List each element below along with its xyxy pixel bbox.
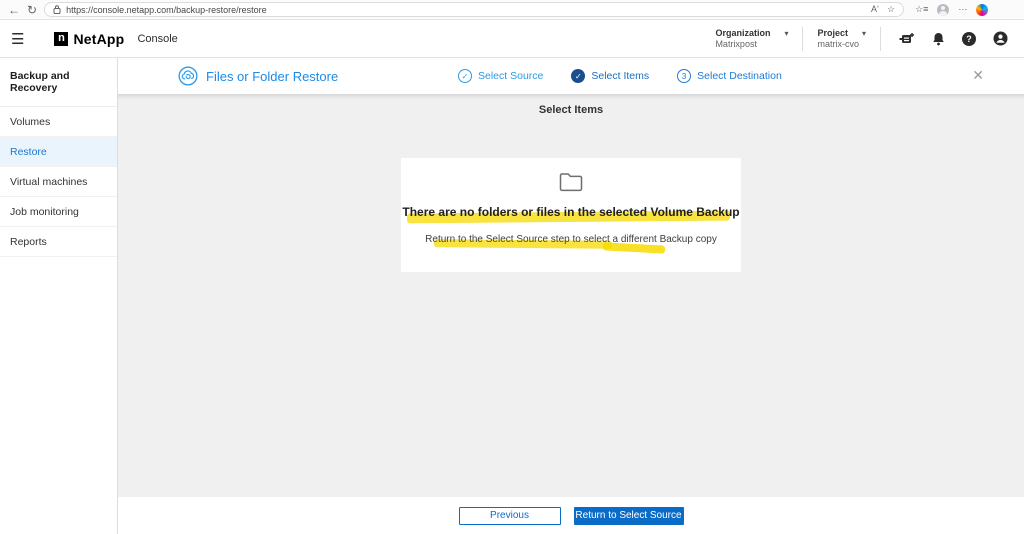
sidebar-item-restore[interactable]: Restore [0, 137, 117, 167]
wizard-title: Files or Folder Restore [178, 66, 338, 86]
sidebar: Backup and Recovery Volumes Restore Virt… [0, 58, 118, 534]
restore-cloud-icon [178, 66, 198, 86]
read-aloud-icon[interactable]: Aʻ [871, 5, 879, 14]
step-select-destination[interactable]: 3 Select Destination [677, 69, 782, 83]
netapp-logo: n NetApp [54, 31, 124, 47]
sidebar-item-reports[interactable]: Reports [0, 227, 117, 257]
help-icon[interactable]: ? [961, 31, 977, 47]
site-info-icon[interactable] [53, 5, 61, 14]
connector-icon[interactable] [899, 31, 915, 47]
work-area: Select Items There are no folders or fil… [118, 94, 1024, 497]
sidebar-item-job-monitoring[interactable]: Job monitoring [0, 197, 117, 227]
return-to-select-source-button[interactable]: Return to Select Source [573, 506, 684, 525]
project-label: Project [817, 28, 848, 38]
chevron-down-icon: ▾ [861, 28, 866, 38]
notifications-bell-icon[interactable] [930, 31, 946, 47]
sidebar-item-volumes[interactable]: Volumes [0, 107, 117, 137]
step-select-source[interactable]: ✓ Select Source [458, 69, 543, 83]
sidebar-title: Backup and Recovery [0, 58, 117, 107]
product-name: Console [137, 32, 178, 45]
wizard-footer: Previous Return to Select Source [118, 497, 1024, 534]
step-select-items[interactable]: ✓ Select Items [571, 69, 649, 83]
browser-profile-icon[interactable] [937, 3, 950, 16]
sidebar-item-virtual-machines[interactable]: Virtual machines [0, 167, 117, 197]
empty-state-subtitle-wrap: Return to the Select Source step to sele… [425, 219, 717, 254]
step-number-badge: 3 [677, 69, 692, 83]
page-title: Select Items [538, 104, 604, 116]
previous-button[interactable]: Previous [458, 506, 561, 525]
wizard-steps: ✓ Select Source ✓ Select Items 3 Select … [458, 69, 782, 83]
address-bar[interactable]: https://console.netapp.com/backup-restor… [44, 2, 905, 17]
empty-state-card: There are no folders or files in the sel… [401, 158, 741, 272]
browser-toolbar: ← ↻ https://console.netapp.com/backup-re… [0, 0, 1024, 20]
organization-label: Organization [715, 28, 771, 38]
favorites-bar-icon[interactable]: ☆≡ [915, 5, 928, 14]
netapp-mark-icon: n [54, 31, 69, 46]
close-wizard-icon[interactable]: ✕ [972, 68, 984, 82]
empty-state-title: There are no folders or files in the sel… [402, 205, 740, 219]
project-selector[interactable]: Project ▾ matrix-cvo [803, 28, 880, 49]
copilot-icon[interactable] [976, 3, 989, 16]
organization-value: Matrixpost [715, 39, 757, 49]
user-profile-icon[interactable] [992, 31, 1008, 47]
wizard-header: Files or Folder Restore ✓ Select Source … [118, 58, 1024, 94]
url-text[interactable]: https://console.netapp.com/backup-restor… [66, 5, 267, 15]
favorite-star-icon[interactable]: ☆ [887, 5, 895, 14]
brand-name: NetApp [73, 30, 125, 47]
folder-icon [558, 171, 584, 193]
project-value: matrix-cvo [817, 39, 859, 49]
step-completed-check-icon: ✓ [458, 69, 472, 83]
wizard-title-text: Files or Folder Restore [206, 68, 339, 84]
app-header: ☰ n NetApp Console Organization ▾ Matrix… [0, 20, 1024, 58]
browser-actions: ☆≡ ⋯ [911, 3, 992, 16]
organization-selector[interactable]: Organization ▾ Matrixpost [701, 28, 802, 49]
hamburger-menu-icon[interactable]: ☰ [11, 30, 24, 48]
browser-back-icon[interactable]: ← [8, 4, 20, 16]
empty-state-subtitle: Return to the Select Source step to sele… [425, 234, 717, 245]
empty-state-title-wrap: There are no folders or files in the sel… [402, 193, 740, 224]
chevron-down-icon: ▾ [784, 28, 789, 38]
browser-refresh-icon[interactable]: ↻ [27, 4, 37, 16]
step-active-check-icon: ✓ [571, 69, 586, 83]
browser-menu-icon[interactable]: ⋯ [958, 5, 967, 14]
